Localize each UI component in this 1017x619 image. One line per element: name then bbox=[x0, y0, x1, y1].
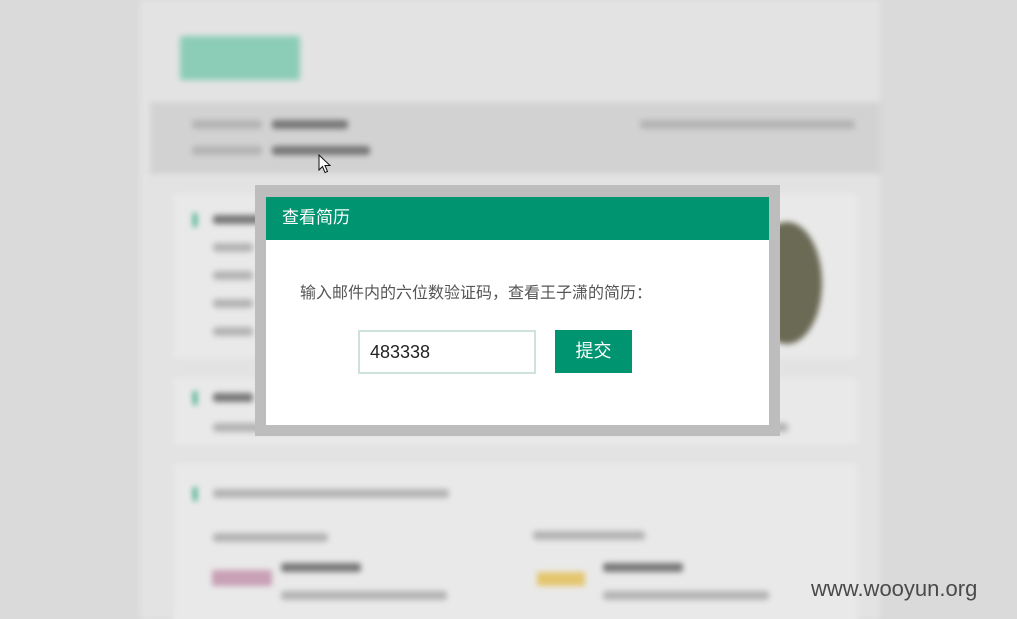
bg-blurred-button bbox=[180, 36, 300, 80]
bg-text-line bbox=[213, 299, 253, 308]
bg-text-line bbox=[213, 489, 449, 498]
bg-text-line bbox=[603, 563, 683, 572]
bg-text-line bbox=[272, 120, 348, 129]
dialog-message: 输入邮件内的六位数验证码，查看王子潇的简历： bbox=[300, 283, 653, 302]
bg-text-line bbox=[281, 563, 361, 572]
bg-text-line bbox=[533, 531, 645, 540]
view-resume-dialog: 查看简历 输入邮件内的六位数验证码，查看王子潇的简历： 提交 bbox=[266, 197, 769, 425]
bg-info-bar bbox=[150, 102, 880, 174]
dialog-title: 查看简历 bbox=[266, 197, 769, 240]
bg-text-line bbox=[213, 271, 253, 280]
bg-text-line bbox=[213, 533, 328, 542]
bg-accent-mark bbox=[193, 213, 197, 227]
bg-text-line bbox=[281, 591, 447, 600]
bg-text-line bbox=[192, 146, 262, 155]
submit-button[interactable]: 提交 bbox=[555, 330, 632, 373]
mouse-cursor-icon bbox=[318, 154, 332, 174]
watermark: www.wooyun.org bbox=[811, 576, 978, 601]
bg-text-line bbox=[192, 120, 262, 129]
bg-company-logo bbox=[212, 570, 272, 586]
bg-text-line bbox=[640, 120, 855, 129]
bg-card bbox=[172, 462, 859, 619]
bg-accent-mark bbox=[193, 487, 197, 501]
verification-code-input[interactable] bbox=[358, 330, 536, 374]
bg-text-line bbox=[213, 243, 253, 252]
bg-text-line bbox=[213, 393, 253, 402]
bg-accent-mark bbox=[193, 391, 197, 405]
bg-text-line bbox=[213, 327, 253, 336]
screen: 查看简历 输入邮件内的六位数验证码，查看王子潇的简历： 提交 www.wooyu… bbox=[0, 0, 1017, 619]
bg-company-logo bbox=[537, 572, 585, 586]
bg-text-line bbox=[603, 591, 769, 600]
